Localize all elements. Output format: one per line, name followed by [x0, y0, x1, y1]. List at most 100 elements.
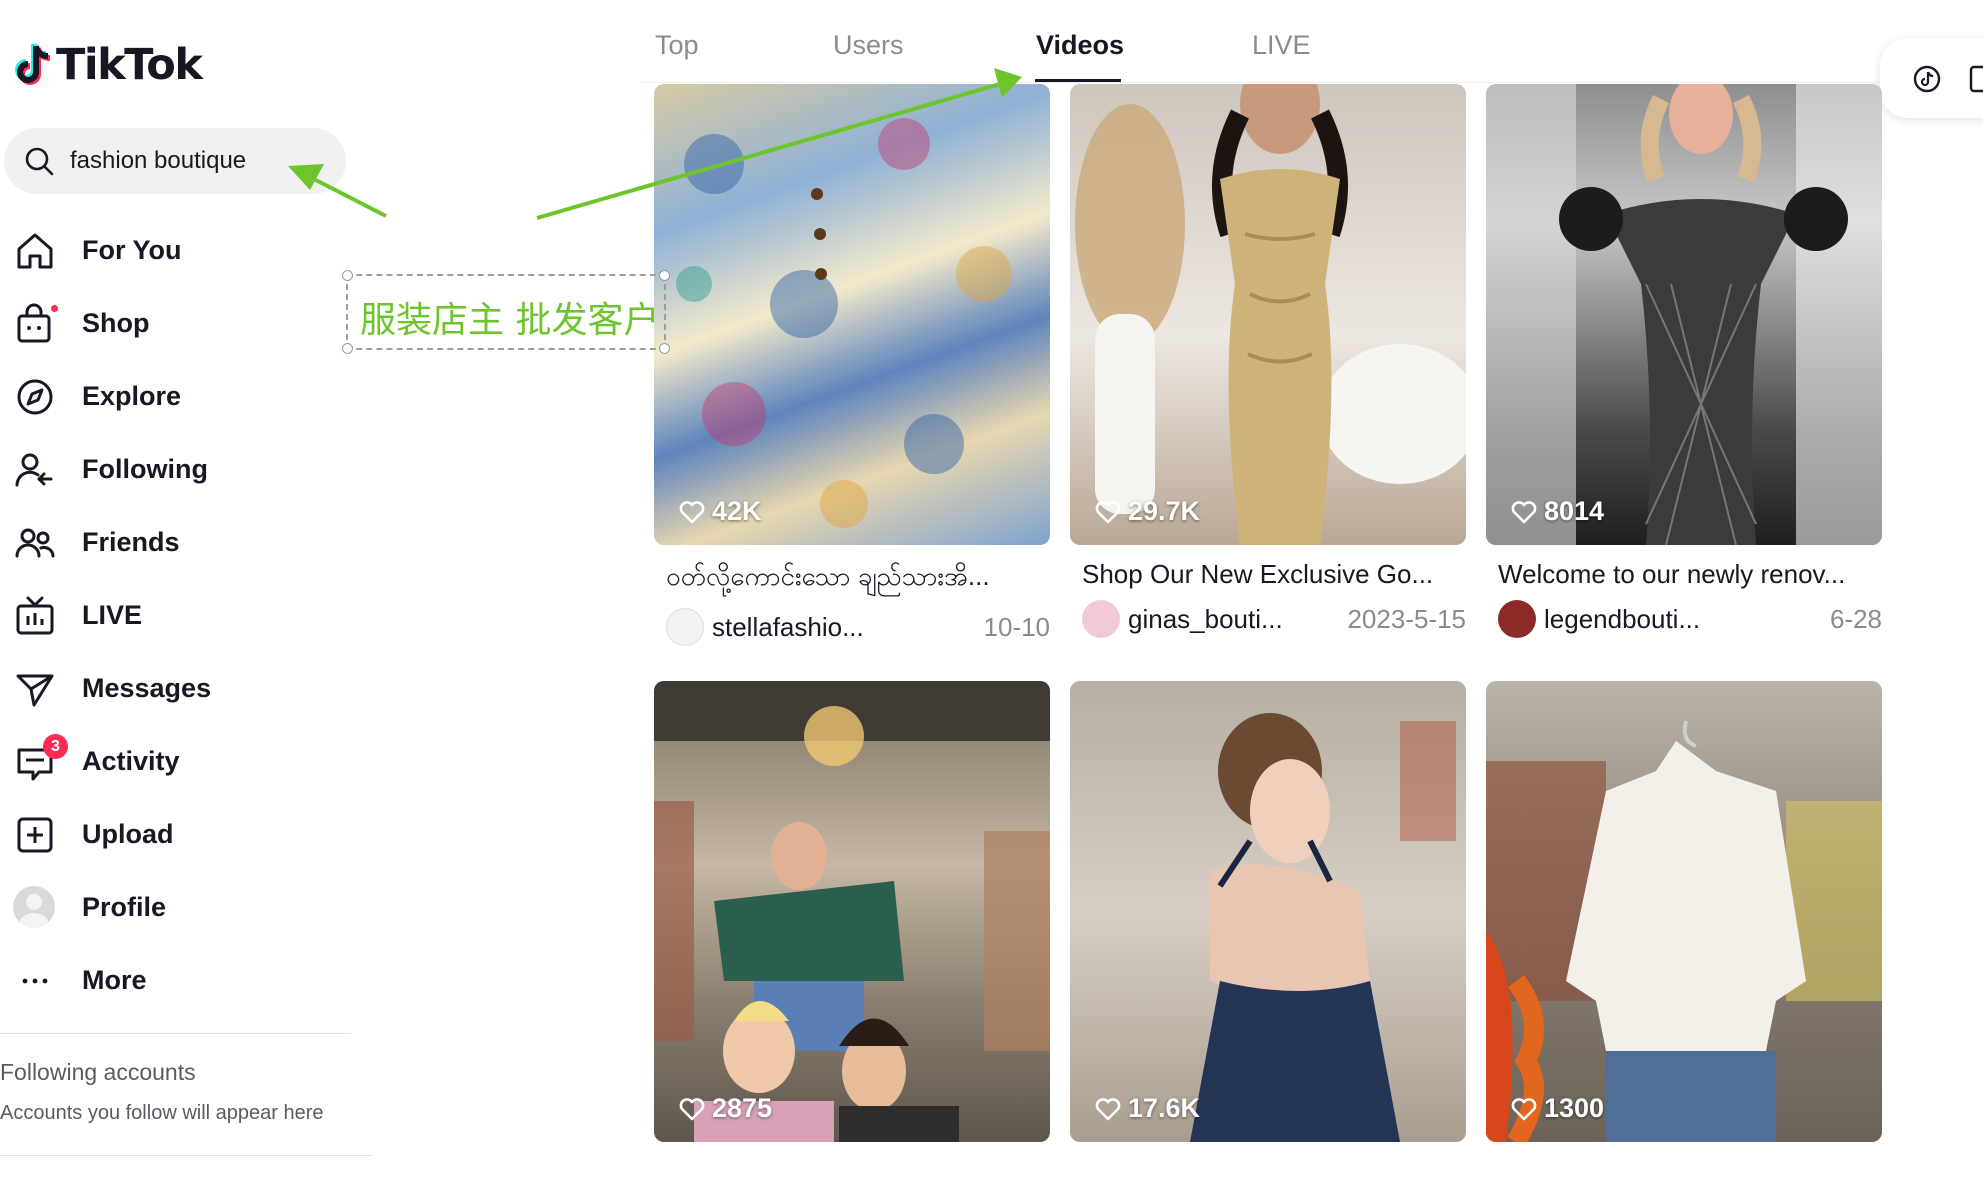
avatar[interactable] — [1498, 600, 1536, 638]
activity-badge: 3 — [43, 733, 68, 759]
sidebar-item-label: Profile — [82, 892, 167, 922]
sidebar-item-label: Explore — [82, 381, 182, 411]
tiktok-note-icon[interactable] — [1912, 64, 1942, 94]
home-icon — [17, 233, 53, 268]
heart-icon — [1511, 1097, 1537, 1120]
search-input[interactable]: fashion boutique — [4, 128, 346, 194]
heart-icon — [679, 500, 705, 523]
video-card[interactable]: 2875 — [654, 681, 1050, 1142]
like-count-value: 17.6K — [1128, 1093, 1201, 1123]
resize-handle[interactable] — [659, 343, 670, 354]
following-icon — [15, 453, 53, 486]
video-card[interactable]: 8014 Welcome to our newly renov... legen… — [1486, 84, 1882, 638]
post-date: 6-28 — [1829, 603, 1882, 634]
shop-notification-dot — [51, 304, 58, 312]
heart-icon — [679, 1097, 705, 1120]
sidebar-item-label: For You — [82, 235, 182, 265]
sidebar-item-label: LIVE — [82, 600, 143, 630]
profile-avatar-wrap — [13, 885, 57, 930]
like-count: 42K — [678, 496, 762, 527]
tiktok-logo[interactable]: TikTok — [14, 40, 203, 90]
activity-icon-wrap: 3 — [13, 733, 68, 784]
like-count-value: 8014 — [1544, 496, 1605, 526]
side-actions-panel — [1880, 38, 1983, 118]
sidebar-item-explore[interactable]: Explore — [0, 360, 360, 433]
sidebar-item-label: Activity — [82, 746, 180, 776]
sidebar-item-label: More — [82, 965, 147, 995]
navy-top-image — [1190, 713, 1456, 1142]
sidebar-item-for-you[interactable]: For You — [0, 214, 360, 287]
friends-icon — [15, 528, 55, 557]
video-thumbnail[interactable]: 1300 — [1486, 681, 1882, 1142]
heart-icon — [1095, 500, 1121, 523]
video-card[interactable]: 42K ဝတ်လို့ကောင်းသော ချည်သားအိ... stella… — [654, 84, 1050, 646]
search-tabs: Top Users Videos LIVE — [640, 22, 1940, 82]
live-tv-icon — [16, 596, 54, 634]
like-count: 2875 — [678, 1093, 772, 1124]
sidebar-item-label: Friends — [82, 527, 180, 557]
username[interactable]: ginas_bouti... — [1128, 604, 1347, 635]
username[interactable]: stellafashio... — [712, 612, 984, 643]
video-thumbnail[interactable]: 8014 — [1486, 84, 1882, 545]
username[interactable]: legendbouti... — [1544, 604, 1830, 635]
sidebar-item-friends[interactable]: Friends — [0, 506, 360, 579]
plus-square-icon — [17, 817, 53, 852]
tab-videos[interactable]: Videos — [1036, 30, 1124, 61]
more-icon — [22, 978, 48, 983]
following-accounts-hint: Accounts you follow will appear here — [0, 1102, 324, 1124]
annotation-text: 服装店主 批发客户 — [360, 300, 660, 341]
tab-top[interactable]: Top — [655, 30, 699, 61]
video-description[interactable]: Shop Our New Exclusive Go... — [1070, 559, 1454, 590]
heart-icon — [1511, 500, 1537, 523]
avatar[interactable] — [1082, 600, 1120, 638]
sidebar-item-upload[interactable]: Upload — [0, 798, 360, 871]
shop-icon-wrap — [13, 302, 58, 346]
search-query: fashion boutique — [70, 147, 247, 174]
dress-pattern-image — [676, 118, 1012, 528]
resize-handle[interactable] — [659, 270, 670, 281]
sidebar-item-live[interactable]: LIVE — [0, 579, 360, 652]
heart-icon — [1095, 1097, 1121, 1120]
like-count-value: 42K — [712, 496, 762, 526]
sidebar-item-activity[interactable]: 3 Activity — [0, 725, 360, 798]
video-description[interactable]: Welcome to our newly renov... — [1486, 559, 1870, 590]
active-tab-indicator — [1035, 79, 1121, 82]
post-date: 2023-5-15 — [1347, 603, 1466, 634]
avatar — [13, 885, 55, 928]
like-count-value: 1300 — [1544, 1093, 1605, 1123]
video-thumbnail[interactable]: 29.7K — [1070, 84, 1466, 545]
sequin-gown-image — [1486, 84, 1882, 545]
video-thumbnail[interactable]: 17.6K — [1070, 681, 1466, 1142]
tab-live[interactable]: LIVE — [1252, 30, 1311, 61]
sidebar-item-label: Following — [82, 454, 208, 484]
app-name: TikTok — [56, 40, 203, 90]
device-icon[interactable] — [1968, 64, 1983, 94]
resize-handle[interactable] — [342, 270, 353, 281]
video-meta: stellafashio... 10-10 — [654, 608, 1050, 646]
video-meta: legendbouti... 6-28 — [1486, 600, 1882, 638]
lace-blouse-image — [1486, 720, 1882, 1142]
resize-handle[interactable] — [342, 343, 353, 354]
video-card[interactable]: 17.6K — [1070, 681, 1466, 1142]
sidebar-item-label: Shop — [82, 308, 150, 338]
tiktok-logo-icon — [15, 43, 51, 85]
sidebar-item-profile[interactable]: Profile — [0, 871, 360, 944]
video-thumbnail[interactable]: 42K — [654, 84, 1050, 545]
video-description[interactable]: ဝတ်လို့ကောင်းသော ချည်သားအိ... — [654, 559, 1038, 598]
sidebar-item-shop[interactable]: Shop — [0, 287, 360, 360]
like-count: 8014 — [1510, 496, 1604, 527]
like-count: 1300 — [1510, 1093, 1604, 1124]
sidebar-item-following[interactable]: Following — [0, 433, 360, 506]
search-icon[interactable] — [22, 144, 56, 178]
like-count-value: 29.7K — [1128, 496, 1201, 526]
video-thumbnail[interactable]: 2875 — [654, 681, 1050, 1142]
sidebar-item-messages[interactable]: Messages — [0, 652, 360, 725]
tab-users[interactable]: Users — [833, 30, 904, 61]
sidebar-divider — [0, 1033, 350, 1034]
following-accounts-title: Following accounts — [0, 1059, 196, 1085]
avatar[interactable] — [666, 608, 704, 646]
sidebar-item-label: Upload — [82, 819, 174, 849]
video-card[interactable]: 1300 — [1486, 681, 1882, 1142]
sidebar-item-more[interactable]: More — [0, 944, 360, 1017]
video-card[interactable]: 29.7K Shop Our New Exclusive Go... ginas… — [1070, 84, 1466, 638]
